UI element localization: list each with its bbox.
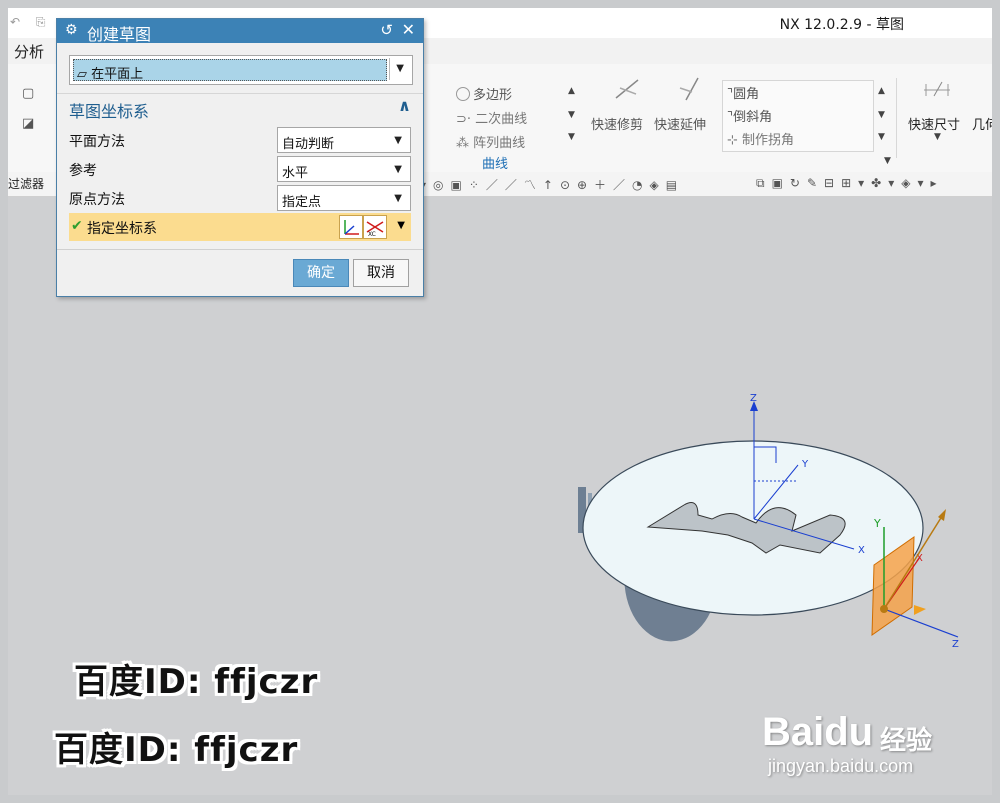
plane-method-value: 自动判断 xyxy=(282,137,335,152)
corner-gallery-up-icon[interactable]: ▲ xyxy=(878,86,885,96)
check-icon: ✔ xyxy=(71,218,83,234)
cancel-button[interactable]: 取消 xyxy=(353,259,409,287)
sketch-y-label: Y xyxy=(801,459,809,470)
sketch-type-text: 在平面上 xyxy=(91,67,144,82)
make-corner-label: 制作拐角 xyxy=(742,133,795,148)
origin-method-value: 指定点 xyxy=(282,195,322,210)
sketch-type-value: ▱ 在平面上 xyxy=(77,63,143,82)
pattern-curve-icon: ⁂ xyxy=(456,136,469,151)
polygon-label: 多边形 xyxy=(473,88,513,103)
fillet-label: 圆角 xyxy=(733,87,760,102)
baidu-jingyan-logo: 经验 xyxy=(880,726,933,756)
ribbon-group-more-icon[interactable]: ▼ xyxy=(884,156,891,166)
snap-point-icons[interactable]: ▾◎▣⁘／／〽↑⊙⊕＋／◔◈▤ xyxy=(420,176,684,193)
watermark-line-1: 百度ID: ffjczr xyxy=(74,662,319,702)
plane-normal-arrow-icon xyxy=(938,509,946,521)
filter-label: 过滤器 xyxy=(8,177,45,191)
conic-icon: ⊃· xyxy=(456,112,472,127)
chevron-down-icon[interactable]: ▼ xyxy=(397,220,405,231)
create-sketch-dialog: ⚙ 创建草图 ↺ ✕ ▱ 在平面上 ▼ 草图坐标系 ∧ 平面方法 自动判断 ▼ … xyxy=(56,18,424,297)
close-icon[interactable]: ✕ xyxy=(402,20,415,39)
ok-button[interactable]: 确定 xyxy=(293,259,349,287)
chevron-down-icon: ▼ xyxy=(394,193,402,204)
quick-extend-icon xyxy=(679,77,699,101)
plane-icon: ▱ xyxy=(77,67,92,82)
csys-dialog-button[interactable] xyxy=(339,215,363,239)
collapse-chevron-icon[interactable]: ∧ xyxy=(398,96,411,115)
datum-z-label: Z xyxy=(952,639,959,650)
reference-label: 参考 xyxy=(69,163,97,179)
quick-dimension-icon xyxy=(924,81,950,97)
chevron-down-icon: ▼ xyxy=(394,135,402,146)
ribbon-stack-icon[interactable]: ◪ xyxy=(22,116,34,131)
section-title: 草图坐标系 xyxy=(69,102,150,121)
plane-handle-icon[interactable] xyxy=(914,605,926,615)
corner-gallery-down-icon[interactable]: ▼ xyxy=(878,110,885,120)
ribbon-separator xyxy=(896,78,897,158)
sketch-csys-section-header[interactable]: 草图坐标系 ∧ xyxy=(57,93,423,121)
sketch-x-label: X xyxy=(858,545,865,556)
datum-z-axis xyxy=(883,608,959,638)
specify-csys-row[interactable]: ✔ 指定坐标系 XC ▼ xyxy=(69,213,411,241)
conic-button[interactable]: ⊃· 二次曲线 xyxy=(456,108,527,127)
datum-x-label: X xyxy=(916,553,923,564)
csys-icon xyxy=(344,220,359,235)
curve-gallery-more-icon[interactable]: ▼ xyxy=(568,132,575,142)
quick-access-icons[interactable]: ↶ ⎘ xyxy=(10,15,51,30)
make-corner-button[interactable]: ⊹ 制作拐角 xyxy=(727,129,794,148)
chamfer-label: 倒斜角 xyxy=(733,110,773,125)
sketch-type-select[interactable]: ▱ 在平面上 ▼ xyxy=(69,55,413,85)
specify-csys-label: 指定坐标系 xyxy=(87,221,157,237)
watermark-line-2: 百度ID: ffjczr xyxy=(54,730,299,770)
sketch-type-selected: ▱ 在平面上 xyxy=(73,59,387,82)
quick-trim-button[interactable]: 快速修剪 xyxy=(591,114,643,133)
reset-icon[interactable]: ↺ xyxy=(380,21,393,39)
geometry-constraints-button[interactable]: 几何 xyxy=(972,114,992,133)
window-title: NX 12.0.2.9 - 草图 xyxy=(779,17,904,33)
dialog-title: 创建草图 xyxy=(87,25,152,44)
conic-label: 二次曲线 xyxy=(475,112,528,127)
combo-separator xyxy=(389,58,390,80)
origin-method-label: 原点方法 xyxy=(69,192,125,208)
curve-group-label: 曲线 xyxy=(482,157,509,172)
nx-window: ↶ ⎘ NX 12.0.2.9 - 草图 分析 ▢ ◪ 条 线 多边形 ⊃· 二… xyxy=(8,8,992,795)
ribbon-cube-icon[interactable]: ▢ xyxy=(22,86,34,101)
corner-gallery-more-icon[interactable]: ▼ xyxy=(878,132,885,142)
datum-origin-handle[interactable] xyxy=(880,605,888,613)
reference-select[interactable]: 水平 ▼ xyxy=(277,156,411,182)
csys-type-button[interactable]: XC xyxy=(363,215,387,239)
baidu-logo: Baidu xyxy=(762,710,874,754)
menu-analysis[interactable]: 分析 xyxy=(14,41,44,62)
dialog-title-bar: ⚙ 创建草图 ↺ ✕ xyxy=(57,19,423,44)
fillet-button[interactable]: ⌝圆角 xyxy=(727,83,759,102)
polygon-button[interactable]: 多边形 xyxy=(456,84,512,103)
baidu-url: jingyan.baidu.com xyxy=(768,756,914,776)
plane-method-label: 平面方法 xyxy=(69,134,125,150)
dialog-divider xyxy=(57,249,423,250)
datum-y-label: Y xyxy=(873,517,881,530)
reference-value: 水平 xyxy=(282,166,309,181)
chevron-down-icon: ▼ xyxy=(394,164,402,175)
svg-text:XC: XC xyxy=(368,231,376,238)
gear-icon[interactable]: ⚙ xyxy=(65,22,78,38)
chamfer-button[interactable]: ⌝倒斜角 xyxy=(727,106,772,125)
plane-method-select[interactable]: 自动判断 ▼ xyxy=(277,127,411,153)
make-corner-icon: ⊹ xyxy=(727,133,738,148)
quick-dimension-button[interactable]: 快速尺寸 xyxy=(908,114,960,133)
xc-csys-icon: XC xyxy=(366,221,384,238)
sketch-z-label: Z xyxy=(750,393,757,404)
quick-dimension-dropdown-icon[interactable]: ▼ xyxy=(934,132,941,142)
view-tool-icons[interactable]: ⧉▣↻✎⊟⊞▾✤▾◈▾▸ xyxy=(756,176,944,191)
origin-method-select[interactable]: 指定点 ▼ xyxy=(277,185,411,211)
curve-gallery-down-icon[interactable]: ▼ xyxy=(568,110,575,120)
pattern-curve-label: 阵列曲线 xyxy=(473,136,526,151)
curve-gallery-up-icon[interactable]: ▲ xyxy=(568,86,575,96)
quick-extend-button[interactable]: 快速延伸 xyxy=(654,114,706,133)
corner-gallery: ⌝圆角 ⌝倒斜角 ⊹ 制作拐角 xyxy=(722,80,874,152)
chevron-down-icon[interactable]: ▼ xyxy=(396,63,404,74)
pattern-curve-button[interactable]: ⁂ 阵列曲线 xyxy=(456,132,525,151)
quick-trim-icon xyxy=(615,79,639,99)
polygon-icon xyxy=(456,87,470,101)
